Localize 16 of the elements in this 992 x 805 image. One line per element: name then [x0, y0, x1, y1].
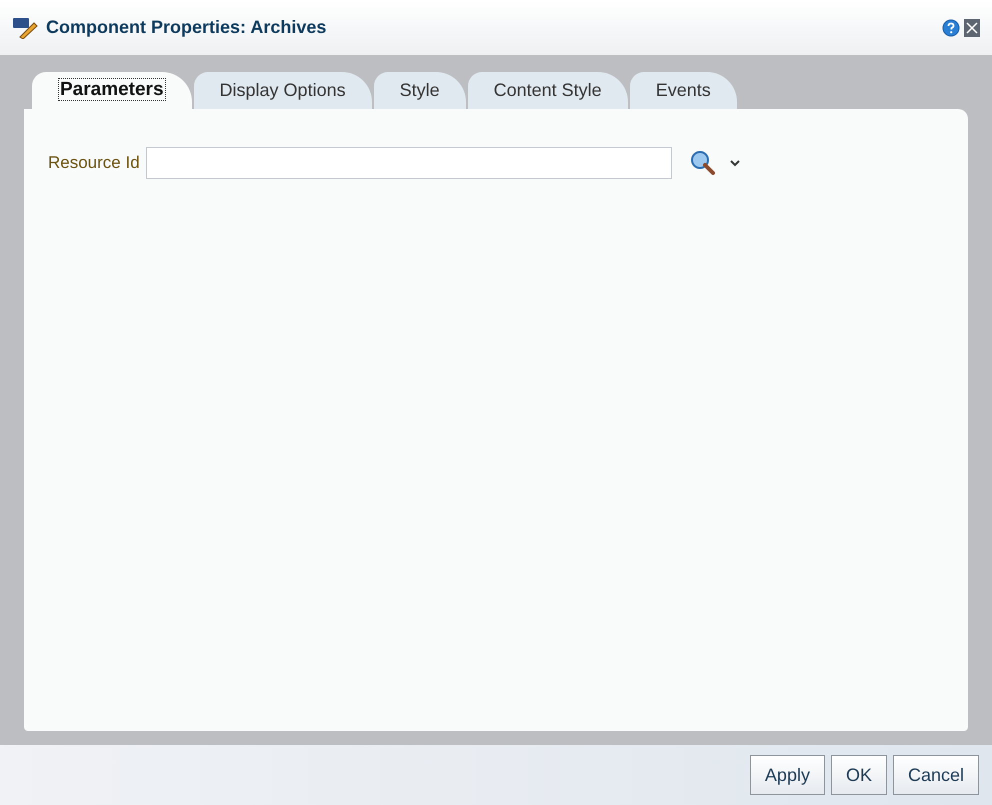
tab[interactable]: Parameters — [32, 72, 192, 109]
tab[interactable]: Content Style — [468, 72, 628, 109]
dialog-button[interactable]: OK — [830, 755, 887, 795]
close-icon[interactable] — [964, 18, 980, 36]
search-icon[interactable] — [690, 150, 716, 176]
tab[interactable]: Events — [630, 72, 737, 109]
field-label: Resource Id — [48, 152, 140, 174]
window-title: Component Properties: Archives — [46, 16, 326, 39]
dialog-button[interactable]: Apply — [750, 755, 825, 795]
pencil-tag-icon — [12, 16, 38, 38]
tab[interactable]: Display Options — [194, 72, 372, 109]
help-icon[interactable] — [942, 18, 960, 36]
input-field[interactable] — [146, 147, 672, 179]
dialog-button[interactable]: Cancel — [892, 755, 979, 795]
caret-icon[interactable] — [730, 160, 740, 166]
tab[interactable]: Style — [374, 72, 466, 109]
